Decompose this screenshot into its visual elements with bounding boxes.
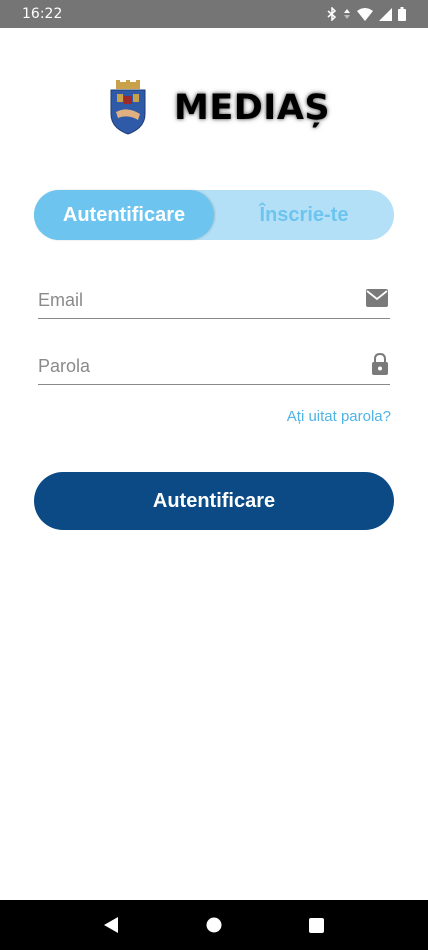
tab-login[interactable]: Autentificare	[34, 190, 214, 240]
signal-icon	[379, 7, 392, 21]
brand-name: MEDIAȘ	[174, 88, 331, 128]
mail-icon	[366, 288, 388, 312]
login-screen: 16:22 MEDIAȘ Autentificare Înscrie-te Em…	[0, 0, 428, 950]
home-icon[interactable]	[194, 905, 234, 945]
tab-register[interactable]: Înscrie-te	[214, 190, 394, 240]
email-field-container	[38, 282, 390, 319]
email-input[interactable]	[38, 289, 338, 311]
wifi-icon	[357, 7, 373, 21]
password-input[interactable]	[38, 355, 338, 377]
bluetooth-icon	[327, 7, 337, 21]
status-bar: 16:22	[0, 0, 428, 28]
forgot-password-link[interactable]: Ați uitat parola?	[287, 408, 391, 425]
recents-icon[interactable]	[297, 905, 337, 945]
tab-register-label: Înscrie-te	[259, 203, 349, 226]
password-field-container	[38, 348, 390, 385]
back-icon[interactable]	[91, 905, 131, 945]
battery-icon	[398, 7, 406, 21]
lock-icon	[372, 352, 388, 380]
city-crest-icon	[108, 80, 148, 136]
app-logo: MEDIAȘ	[108, 80, 330, 136]
auth-mode-toggle: Autentificare Înscrie-te	[34, 190, 394, 240]
data-arrows-icon	[343, 8, 351, 20]
status-time: 16:22	[22, 6, 63, 22]
login-button[interactable]: Autentificare	[34, 472, 394, 530]
tab-login-label: Autentificare	[62, 203, 186, 226]
system-nav-bar	[0, 900, 428, 950]
status-icons	[327, 7, 406, 21]
